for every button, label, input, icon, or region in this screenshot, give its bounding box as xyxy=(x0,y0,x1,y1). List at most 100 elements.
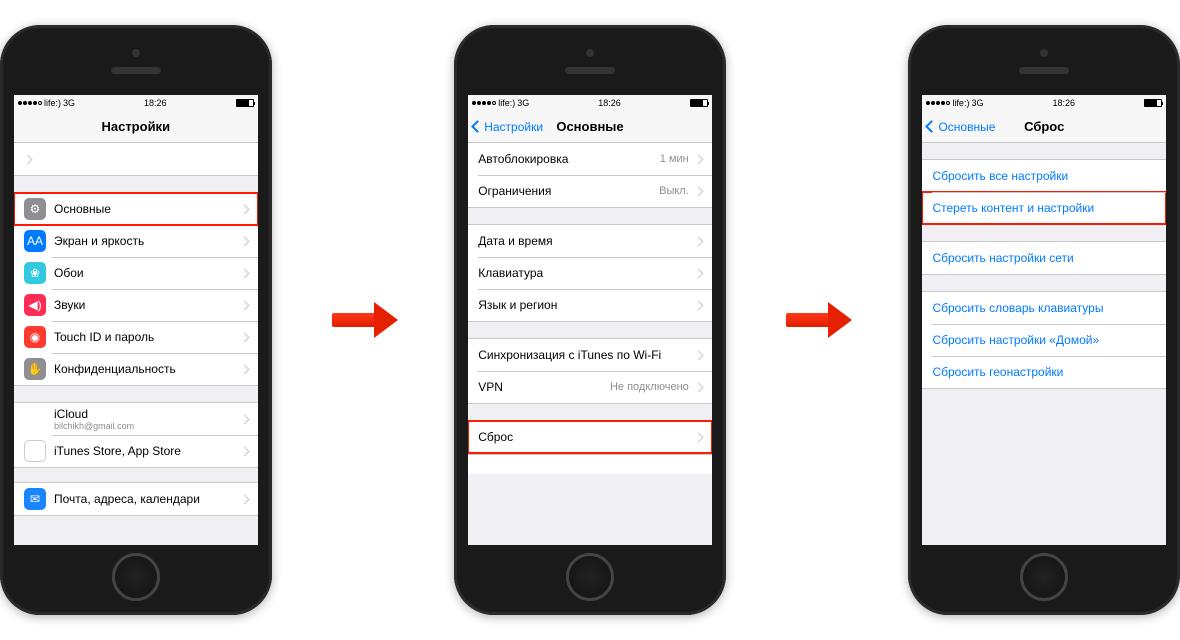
row-value: Выкл. xyxy=(659,185,689,197)
home-button[interactable] xyxy=(112,553,160,601)
settings-row[interactable]: Сбросить настройки «Домой» xyxy=(922,324,1166,356)
row-label: Дата и время xyxy=(478,234,695,248)
camera-icon xyxy=(586,49,594,57)
status-bar: life:) 3G 18:26 xyxy=(922,95,1166,111)
settings-row[interactable]: Язык и регион xyxy=(468,289,712,321)
row-label: Язык и регион xyxy=(478,298,695,312)
settings-row[interactable]: ◉ Touch ID и пароль xyxy=(14,321,258,353)
settings-row[interactable]: Сбросить словарь клавиатуры xyxy=(922,292,1166,324)
page-title: Сброс xyxy=(1024,119,1064,134)
status-bar: life:) 3G 18:26 xyxy=(468,95,712,111)
arrow-icon xyxy=(332,305,395,335)
row-label: Ограничения xyxy=(478,184,659,198)
speaker-grill xyxy=(111,67,161,74)
icloud-icon: ☁ xyxy=(24,408,46,430)
screen-general: life:) 3G 18:26 Настройки Основные Автоб… xyxy=(468,95,712,545)
row-label: iTunes Store, App Store xyxy=(54,444,241,458)
settings-row[interactable]: Автоблокировка1 мин xyxy=(468,143,712,175)
chevron-right-icon xyxy=(239,300,249,310)
row-label: Обои xyxy=(54,266,241,280)
row-label: Клавиатура xyxy=(478,266,695,280)
settings-row[interactable]: Сбросить геонастройки xyxy=(922,356,1166,388)
row-label: Основные xyxy=(54,202,241,216)
signal-type: 3G xyxy=(517,98,529,108)
speaker-grill xyxy=(565,67,615,74)
content-area[interactable]: Автоблокировка1 минОграниченияВыкл. Дата… xyxy=(468,143,712,545)
row-cut[interactable] xyxy=(14,143,258,175)
settings-row[interactable]: Сброс xyxy=(468,421,712,453)
clock: 18:26 xyxy=(144,98,167,108)
signal-dots-icon xyxy=(472,101,496,105)
settings-row[interactable]: Стереть контент и настройки xyxy=(922,192,1166,224)
nav-bar: Настройки xyxy=(14,111,258,143)
settings-row[interactable]: Дата и время xyxy=(468,225,712,257)
screen-settings: life:) 3G 18:26 Настройки ⚙ Основные AAЭкр… xyxy=(14,95,258,545)
arrow-icon xyxy=(786,305,849,335)
row-label: Touch ID и пароль xyxy=(54,330,241,344)
settings-row[interactable]: ⚙ Основные xyxy=(14,193,258,225)
phone-frame-3: life:) 3G 18:26 Основные Сброс Сбросить … xyxy=(908,25,1180,615)
privacy-icon: ✋ xyxy=(24,358,46,380)
chevron-right-icon xyxy=(239,414,249,424)
settings-row[interactable]: Сбросить настройки сети xyxy=(922,242,1166,274)
row-label: Сбросить геонастройки xyxy=(932,365,1156,379)
nav-bar: Настройки Основные xyxy=(468,111,712,143)
settings-row[interactable]: Синхронизация с iTunes по Wi-Fi xyxy=(468,339,712,371)
chevron-right-icon xyxy=(239,204,249,214)
carrier-label: life:) xyxy=(952,98,969,108)
settings-row[interactable]: ✋ Конфиденциальность xyxy=(14,353,258,385)
page-title: Настройки xyxy=(101,119,170,134)
clock: 18:26 xyxy=(1052,98,1075,108)
signal-dots-icon xyxy=(926,101,950,105)
chevron-right-icon xyxy=(239,446,249,456)
row-label: Сбросить настройки сети xyxy=(932,251,1156,265)
home-button[interactable] xyxy=(1020,553,1068,601)
chevron-right-icon xyxy=(693,350,703,360)
row-label: iCloudbilchikh@gmail.com xyxy=(54,407,241,431)
row-label: Сбросить словарь клавиатуры xyxy=(932,301,1156,315)
settings-row[interactable]: ☁ iCloudbilchikh@gmail.com xyxy=(14,403,258,435)
home-button[interactable] xyxy=(566,553,614,601)
settings-row[interactable]: Клавиатура xyxy=(468,257,712,289)
row-label: Сброс xyxy=(478,430,695,444)
phone-frame-2: life:) 3G 18:26 Настройки Основные Автоб… xyxy=(454,25,726,615)
row-label: Сбросить настройки «Домой» xyxy=(932,333,1156,347)
camera-icon xyxy=(132,49,140,57)
camera-icon xyxy=(1040,49,1048,57)
mail-icon: ✉ xyxy=(24,488,46,510)
touchid-icon: ◉ xyxy=(24,326,46,348)
row-value: 1 мин xyxy=(660,153,689,165)
battery-icon xyxy=(690,99,708,107)
row-label: Конфиденциальность xyxy=(54,362,241,376)
settings-row[interactable]: ❀Обои xyxy=(14,257,258,289)
chevron-right-icon xyxy=(693,186,703,196)
back-button[interactable]: Настройки xyxy=(473,120,543,134)
chevron-right-icon xyxy=(693,300,703,310)
settings-row[interactable]: Сбросить все настройки xyxy=(922,160,1166,192)
settings-row[interactable]: ⒶiTunes Store, App Store xyxy=(14,435,258,467)
chevron-right-icon xyxy=(239,494,249,504)
signal-type: 3G xyxy=(63,98,75,108)
chevron-right-icon xyxy=(693,432,703,442)
carrier-label: life:) xyxy=(44,98,61,108)
content-area[interactable]: Сбросить все настройки Стереть контент и … xyxy=(922,143,1166,545)
row-value: Не подключено xyxy=(610,381,689,393)
gear-icon: ⚙ xyxy=(24,198,46,220)
settings-row[interactable]: AAЭкран и яркость xyxy=(14,225,258,257)
settings-row[interactable]: VPNНе подключено xyxy=(468,371,712,403)
chevron-right-icon xyxy=(693,236,703,246)
back-button[interactable]: Основные xyxy=(927,120,995,134)
row-label: VPN xyxy=(478,380,610,394)
status-bar: life:) 3G 18:26 xyxy=(14,95,258,111)
chevron-right-icon xyxy=(239,268,249,278)
settings-row[interactable]: ✉Почта, адреса, календари xyxy=(14,483,258,515)
content-area[interactable]: ⚙ОсновныеAAЭкран и яркость❀Обои◀︎)Звуки◉… xyxy=(14,143,258,545)
chevron-right-icon xyxy=(239,364,249,374)
battery-icon xyxy=(1144,99,1162,107)
phone-frame-1: life:) 3G 18:26 Настройки ⚙ Основные AAЭкр… xyxy=(0,25,272,615)
settings-row[interactable]: ОграниченияВыкл. xyxy=(468,175,712,207)
chevron-right-icon xyxy=(693,382,703,392)
row-label: Сбросить все настройки xyxy=(932,169,1156,183)
settings-row[interactable]: ◀︎)Звуки xyxy=(14,289,258,321)
row-label: Автоблокировка xyxy=(478,152,660,166)
